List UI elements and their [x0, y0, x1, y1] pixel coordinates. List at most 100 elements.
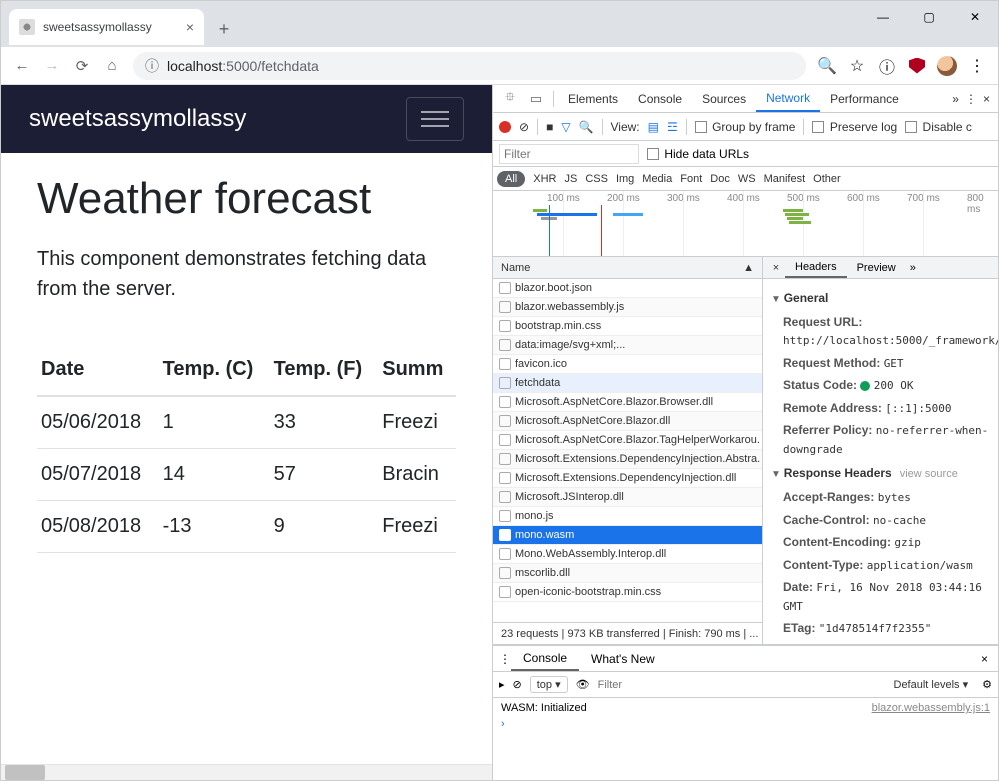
camera-icon[interactable]: ■ [546, 120, 553, 134]
request-row[interactable]: open-iconic-bootstrap.min.css [493, 583, 762, 602]
console-sidebar-icon[interactable]: ▸ [499, 678, 505, 691]
brand-text: sweetsassymollassy [29, 105, 246, 133]
tab-elements[interactable]: Elements [558, 85, 628, 112]
close-detail-icon[interactable]: × [767, 262, 785, 274]
minimize-button[interactable]: — [860, 1, 906, 33]
more-tabs-icon[interactable]: » [952, 92, 959, 106]
home-button[interactable]: ⌂ [97, 51, 127, 81]
file-icon [499, 586, 511, 598]
file-icon [499, 472, 511, 484]
preserve-log-checkbox[interactable]: Preserve log [812, 120, 897, 134]
filter-media[interactable]: Media [642, 173, 672, 185]
request-row[interactable]: Microsoft.JSInterop.dll [493, 488, 762, 507]
site-info-icon[interactable]: ⓘ [145, 56, 159, 76]
general-section[interactable]: General [771, 291, 990, 305]
hamburger-button[interactable] [406, 97, 464, 141]
browser-toolbar: ← → ⟳ ⌂ ⓘ localhost:5000/fetchdata 🔍 ☆ ⓘ… [1, 47, 998, 85]
close-window-button[interactable]: ✕ [952, 1, 998, 33]
devtools-menu-icon[interactable]: ⋮ [965, 92, 977, 106]
horizontal-scrollbar[interactable] [1, 764, 492, 780]
reload-button[interactable]: ⟳ [67, 51, 97, 81]
request-row[interactable]: blazor.webassembly.js [493, 298, 762, 317]
request-row[interactable]: favicon.ico [493, 355, 762, 374]
request-row[interactable]: fetchdata [493, 374, 762, 393]
clear-icon[interactable]: ⊘ [519, 120, 529, 134]
filter-css[interactable]: CSS [585, 173, 608, 185]
more-detail-tabs-icon[interactable]: » [910, 262, 916, 274]
inspect-icon[interactable]: ⯐ [497, 88, 523, 110]
request-row[interactable]: mono.js [493, 507, 762, 526]
request-row[interactable]: data:image/svg+xml;... [493, 336, 762, 355]
request-row[interactable]: blazor.boot.json [493, 279, 762, 298]
new-tab-button[interactable]: + [210, 15, 238, 43]
bookmark-icon[interactable]: ☆ [842, 51, 872, 81]
filter-manifest[interactable]: Manifest [764, 173, 806, 185]
whats-new-tab[interactable]: What's New [579, 646, 667, 671]
file-icon [499, 567, 511, 579]
view-source-link[interactable]: view source [900, 468, 958, 480]
tab-network[interactable]: Network [756, 85, 820, 112]
log-level-selector[interactable]: Default levels ▾ [888, 677, 975, 692]
filter-img[interactable]: Img [616, 173, 634, 185]
group-by-frame-checkbox[interactable]: Group by frame [695, 120, 796, 134]
request-row[interactable]: Microsoft.AspNetCore.Blazor.dll [493, 412, 762, 431]
filter-other[interactable]: Other [813, 173, 841, 185]
close-drawer-icon[interactable]: × [981, 652, 992, 666]
filter-all[interactable]: All [497, 171, 525, 187]
extension-info-icon[interactable]: ⓘ [872, 51, 902, 81]
preview-tab[interactable]: Preview [847, 257, 906, 278]
search-icon[interactable]: 🔍 [579, 120, 594, 134]
view-waterfall-icon[interactable]: ☲ [667, 120, 678, 134]
request-row[interactable]: bootstrap.min.css [493, 317, 762, 336]
close-tab-icon[interactable]: × [186, 19, 194, 35]
back-button[interactable]: ← [7, 51, 37, 81]
headers-tab[interactable]: Headers [785, 257, 847, 278]
record-button[interactable] [499, 121, 511, 133]
console-source-link[interactable]: blazor.webassembly.js:1 [872, 702, 990, 714]
request-row[interactable]: Microsoft.AspNetCore.Blazor.Browser.dll [493, 393, 762, 412]
console-filter-input[interactable] [598, 679, 880, 691]
address-bar[interactable]: ⓘ localhost:5000/fetchdata [133, 52, 806, 80]
device-toggle-icon[interactable]: ▭ [523, 91, 549, 107]
console-settings-icon[interactable]: ⚙ [982, 678, 992, 691]
ublock-icon[interactable] [902, 51, 932, 81]
forward-button[interactable]: → [37, 51, 67, 81]
tab-sources[interactable]: Sources [692, 85, 756, 112]
maximize-button[interactable]: ▢ [906, 1, 952, 33]
context-selector[interactable]: top ▾ [530, 676, 568, 693]
console-menu-icon[interactable]: ⋮ [499, 652, 511, 666]
live-expression-icon[interactable]: 👁 [576, 678, 590, 691]
request-row[interactable]: Microsoft.Extensions.DependencyInjection… [493, 469, 762, 488]
console-tab[interactable]: Console [511, 646, 579, 671]
filter-js[interactable]: JS [564, 173, 577, 185]
zoom-icon[interactable]: 🔍 [812, 51, 842, 81]
devtools-close-icon[interactable]: × [983, 92, 990, 106]
disable-cache-checkbox[interactable]: Disable c [905, 120, 972, 134]
response-headers-section[interactable]: Response Headersview source [771, 466, 990, 480]
filter-xhr[interactable]: XHR [533, 173, 556, 185]
file-icon [499, 320, 511, 332]
view-large-icon[interactable]: ▤ [648, 120, 659, 134]
browser-menu-icon[interactable]: ⋮ [962, 51, 992, 81]
console-prompt[interactable]: › [501, 718, 990, 730]
request-row[interactable]: Mono.WebAssembly.Interop.dll [493, 545, 762, 564]
request-row[interactable]: mscorlib.dll [493, 564, 762, 583]
filter-font[interactable]: Font [680, 173, 702, 185]
filter-doc[interactable]: Doc [710, 173, 730, 185]
profile-avatar-icon[interactable] [932, 51, 962, 81]
request-row[interactable]: Microsoft.Extensions.DependencyInjection… [493, 450, 762, 469]
tab-performance[interactable]: Performance [820, 85, 909, 112]
browser-tab[interactable]: sweetsassymollassy × [9, 9, 204, 45]
network-timeline[interactable]: 100 ms 200 ms 300 ms 400 ms 500 ms 600 m… [493, 191, 998, 257]
hide-data-urls-checkbox[interactable]: Hide data URLs [647, 147, 749, 161]
sort-icon: ▲ [743, 262, 754, 274]
name-column-header[interactable]: Name ▲ [493, 257, 762, 279]
app-navbar: sweetsassymollassy [1, 85, 492, 153]
filter-ws[interactable]: WS [738, 173, 756, 185]
tab-console[interactable]: Console [628, 85, 692, 112]
request-row[interactable]: mono.wasm [493, 526, 762, 545]
clear-console-icon[interactable]: ⊘ [513, 678, 522, 691]
filter-input[interactable] [499, 144, 639, 164]
request-row[interactable]: Microsoft.AspNetCore.Blazor.TagHelperWor… [493, 431, 762, 450]
filter-icon[interactable]: ▽ [561, 120, 570, 134]
